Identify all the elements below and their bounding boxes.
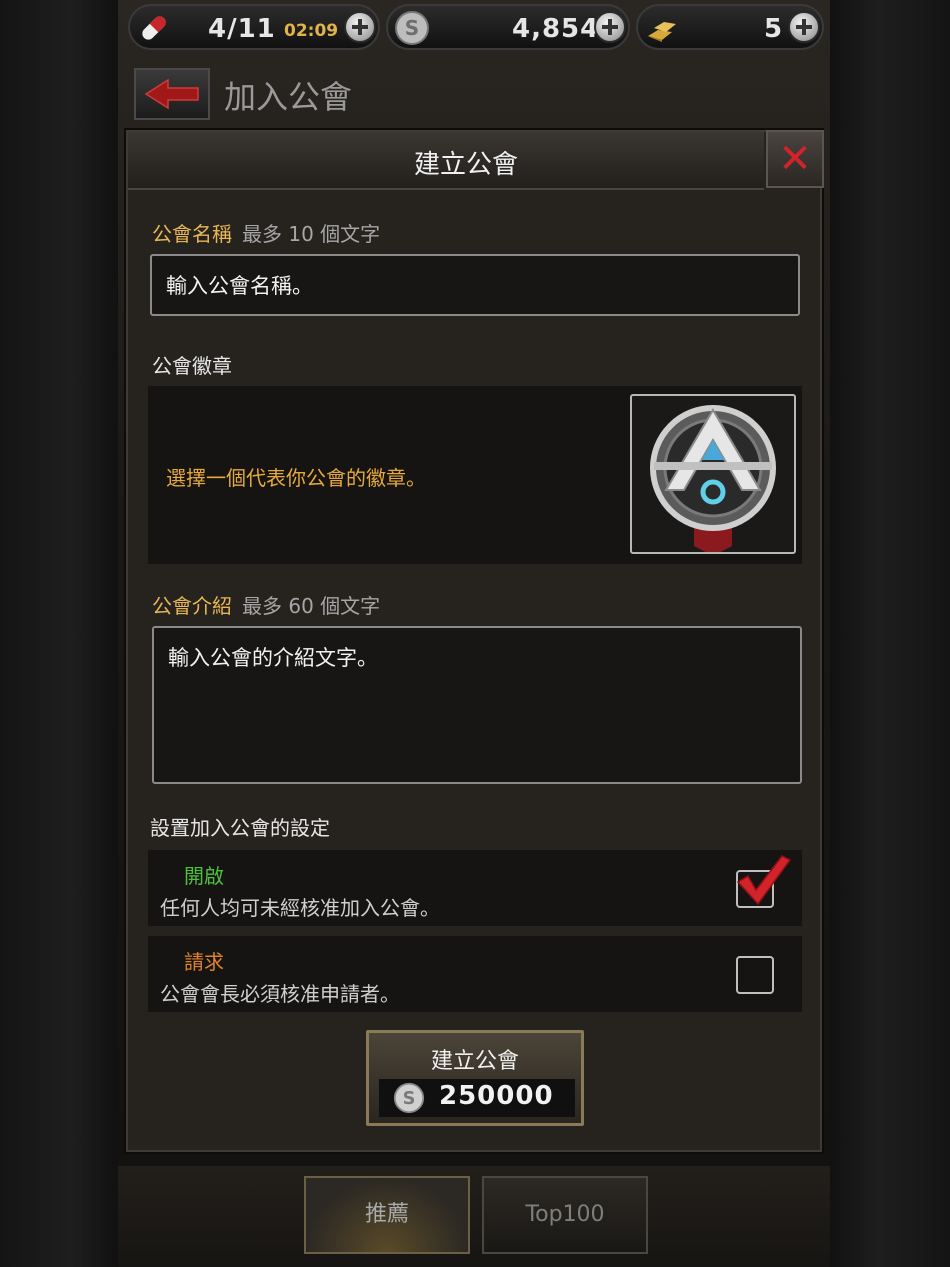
add-stamina-button[interactable] xyxy=(344,11,376,43)
join-option-request-title: 請求 xyxy=(184,950,224,974)
stamina-value: 4/11 xyxy=(208,14,276,44)
guild-intro-limit: 最多 60 個文字 xyxy=(242,594,381,618)
create-guild-button[interactable]: 建立公會 S 250000 xyxy=(366,1030,584,1126)
guild-name-limit: 最多 10 個文字 xyxy=(242,222,381,246)
join-option-open-title: 開啟 xyxy=(184,864,224,888)
guild-intro-title: 公會介紹 xyxy=(152,594,232,618)
add-silver-button[interactable] xyxy=(594,11,626,43)
silver-coin-icon: S xyxy=(393,1082,425,1114)
silver-counter: S 4,854 xyxy=(386,4,630,50)
silver-value: 4,854 xyxy=(512,14,600,44)
stamina-timer: 02:09 xyxy=(284,21,339,41)
guild-emblem-icon xyxy=(650,405,776,556)
create-cost-value: 250000 xyxy=(439,1081,554,1111)
silver-coin-icon: S xyxy=(395,11,429,45)
bottom-tab-bar: 推薦 Top100 xyxy=(118,1166,830,1267)
guild-intro-placeholder: 輸入公會的介紹文字。 xyxy=(168,646,378,670)
dialog-title: 建立公會 xyxy=(413,150,518,180)
join-settings-label: 設置加入公會的設定 xyxy=(150,816,330,840)
left-side-panel xyxy=(0,0,118,1267)
guild-name-label: 公會名稱 最多 10 個文字 xyxy=(152,218,380,247)
guild-name-title: 公會名稱 xyxy=(152,222,232,246)
guild-emblem-label: 公會徽章 xyxy=(152,354,232,378)
stamina-counter: 4/11 02:09 xyxy=(128,4,380,50)
emblem-selector[interactable] xyxy=(630,394,796,556)
close-icon: ✕ xyxy=(778,136,812,182)
create-guild-dialog: 建立公會 ✕ 公會名稱 最多 10 個文字 輸入公會名稱。 公會徽章 選擇一個代表… xyxy=(126,130,824,1152)
resource-bar: 4/11 02:09 S 4,854 5 xyxy=(128,4,824,52)
close-button[interactable]: ✕ xyxy=(766,130,824,188)
back-arrow-icon xyxy=(144,78,199,110)
emblem-panel: 選擇一個代表你公會的徽章。 xyxy=(148,386,802,564)
join-option-request-checkbox[interactable] xyxy=(736,956,774,994)
join-option-open-checkbox[interactable] xyxy=(736,855,792,908)
guild-name-input[interactable]: 輸入公會名稱。 xyxy=(150,254,800,316)
tab-top100[interactable]: Top100 xyxy=(482,1176,648,1254)
guild-intro-label: 公會介紹 最多 60 個文字 xyxy=(152,590,380,619)
gold-counter: 5 xyxy=(636,4,824,50)
join-option-request-desc: 公會會長必須核准申請者。 xyxy=(160,982,400,1006)
gold-bars-icon xyxy=(648,22,676,42)
create-guild-label: 建立公會 xyxy=(430,1049,519,1074)
checkmark-icon xyxy=(736,855,792,906)
guild-name-placeholder: 輸入公會名稱。 xyxy=(166,274,313,298)
page-title: 加入公會 xyxy=(224,78,353,116)
svg-text:S: S xyxy=(403,1089,416,1109)
back-button[interactable] xyxy=(134,68,210,120)
gold-value: 5 xyxy=(764,14,784,44)
right-side-panel xyxy=(830,0,950,1267)
guild-intro-textarea[interactable]: 輸入公會的介紹文字。 xyxy=(152,626,802,784)
join-option-open-desc: 任何人均可未經核准加入公會。 xyxy=(160,896,440,920)
tab-recommended[interactable]: 推薦 xyxy=(304,1176,470,1254)
add-gold-button[interactable] xyxy=(788,11,820,43)
game-screen: 4/11 02:09 S 4,854 5 加入公會 建立公會 ✕ 公會名稱 最多… xyxy=(118,0,830,1267)
create-cost: S 250000 xyxy=(379,1079,575,1117)
svg-text:S: S xyxy=(405,16,419,40)
pill-icon xyxy=(142,16,166,40)
join-option-open[interactable]: 開啟 任何人均可未經核准加入公會。 xyxy=(148,850,802,926)
emblem-hint: 選擇一個代表你公會的徽章。 xyxy=(166,466,426,490)
join-option-request[interactable]: 請求 公會會長必須核准申請者。 xyxy=(148,936,802,1012)
